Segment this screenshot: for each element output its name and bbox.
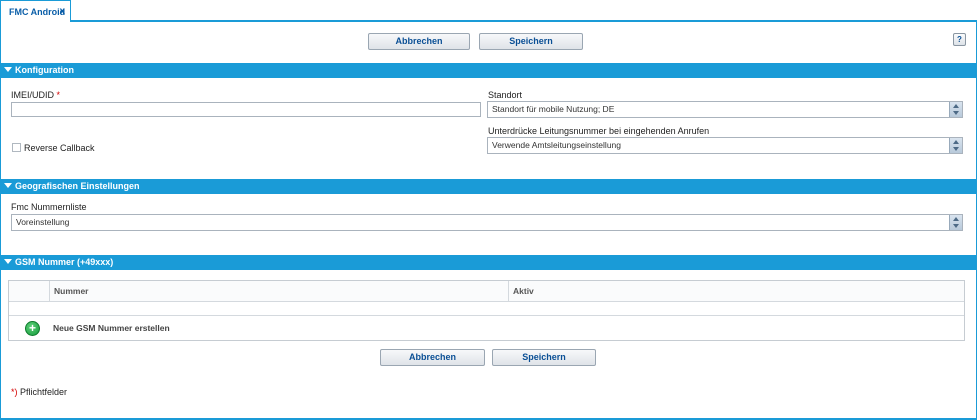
collapse-triangle-icon [4, 183, 12, 188]
table-empty-row [9, 302, 964, 316]
section-header-konfiguration[interactable]: Konfiguration [0, 63, 977, 78]
add-icon[interactable]: + [25, 321, 40, 336]
collapse-triangle-icon [4, 259, 12, 264]
column-header-nummer[interactable]: Nummer [49, 281, 508, 301]
tab-bar: FMC Android x [0, 0, 977, 22]
new-gsm-label[interactable]: Neue GSM Nummer erstellen [53, 323, 170, 333]
help-button[interactable]: ? [953, 33, 966, 46]
spinner-icon[interactable] [949, 215, 962, 230]
spinner-icon[interactable] [949, 138, 962, 153]
column-header-aktiv[interactable]: Aktiv [508, 281, 964, 301]
required-note-text: Pflichtfelder [20, 387, 68, 397]
table-header: Nummer Aktiv [9, 281, 964, 302]
fmc-list-select[interactable]: Voreinstellung [11, 214, 963, 231]
section-title: GSM Nummer (+49xxx) [15, 257, 114, 267]
section-header-gsm[interactable]: GSM Nummer (+49xxx) [0, 255, 977, 270]
suppress-label: Unterdrücke Leitungsnummer bei eingehend… [488, 126, 710, 136]
standort-value: Standort für mobile Nutzung; DE [492, 104, 615, 114]
standort-label: Standort [488, 90, 523, 100]
imei-label: IMEI/UDID * [11, 90, 60, 100]
save-button-top[interactable]: Speichern [479, 33, 583, 50]
required-marker: *) [11, 387, 18, 397]
suppress-value: Verwende Amtsleitungseinstellung [492, 140, 621, 150]
close-icon[interactable]: x [59, 6, 65, 17]
tab-fmc-android[interactable]: FMC Android x [0, 0, 71, 22]
tab-title: FMC Android [9, 7, 66, 17]
fmc-list-label: Fmc Nummernliste [11, 202, 87, 212]
cancel-button-top[interactable]: Abbrechen [368, 33, 470, 50]
reverse-callback-label: Reverse Callback [24, 143, 95, 153]
cancel-button-bottom[interactable]: Abbrechen [380, 349, 485, 366]
imei-label-text: IMEI/UDID [11, 90, 55, 100]
section-header-geo[interactable]: Geografischen Einstellungen [0, 179, 977, 194]
required-marker: * [56, 90, 61, 100]
reverse-callback-checkbox[interactable] [12, 143, 21, 152]
column-header-select [9, 281, 49, 301]
collapse-triangle-icon [4, 67, 12, 72]
section-title: Konfiguration [15, 65, 74, 75]
new-gsm-row[interactable]: + Neue GSM Nummer erstellen [9, 317, 964, 340]
imei-input[interactable] [11, 102, 481, 117]
fmc-list-value: Voreinstellung [16, 217, 70, 227]
required-note: *) Pflichtfelder [11, 387, 67, 397]
save-button-bottom[interactable]: Speichern [492, 349, 596, 366]
spinner-icon[interactable] [949, 102, 962, 117]
section-title: Geografischen Einstellungen [15, 181, 140, 191]
gsm-table: Nummer Aktiv + Neue GSM Nummer erstellen [8, 280, 965, 341]
suppress-select[interactable]: Verwende Amtsleitungseinstellung [487, 137, 963, 154]
standort-select[interactable]: Standort für mobile Nutzung; DE [487, 101, 963, 118]
